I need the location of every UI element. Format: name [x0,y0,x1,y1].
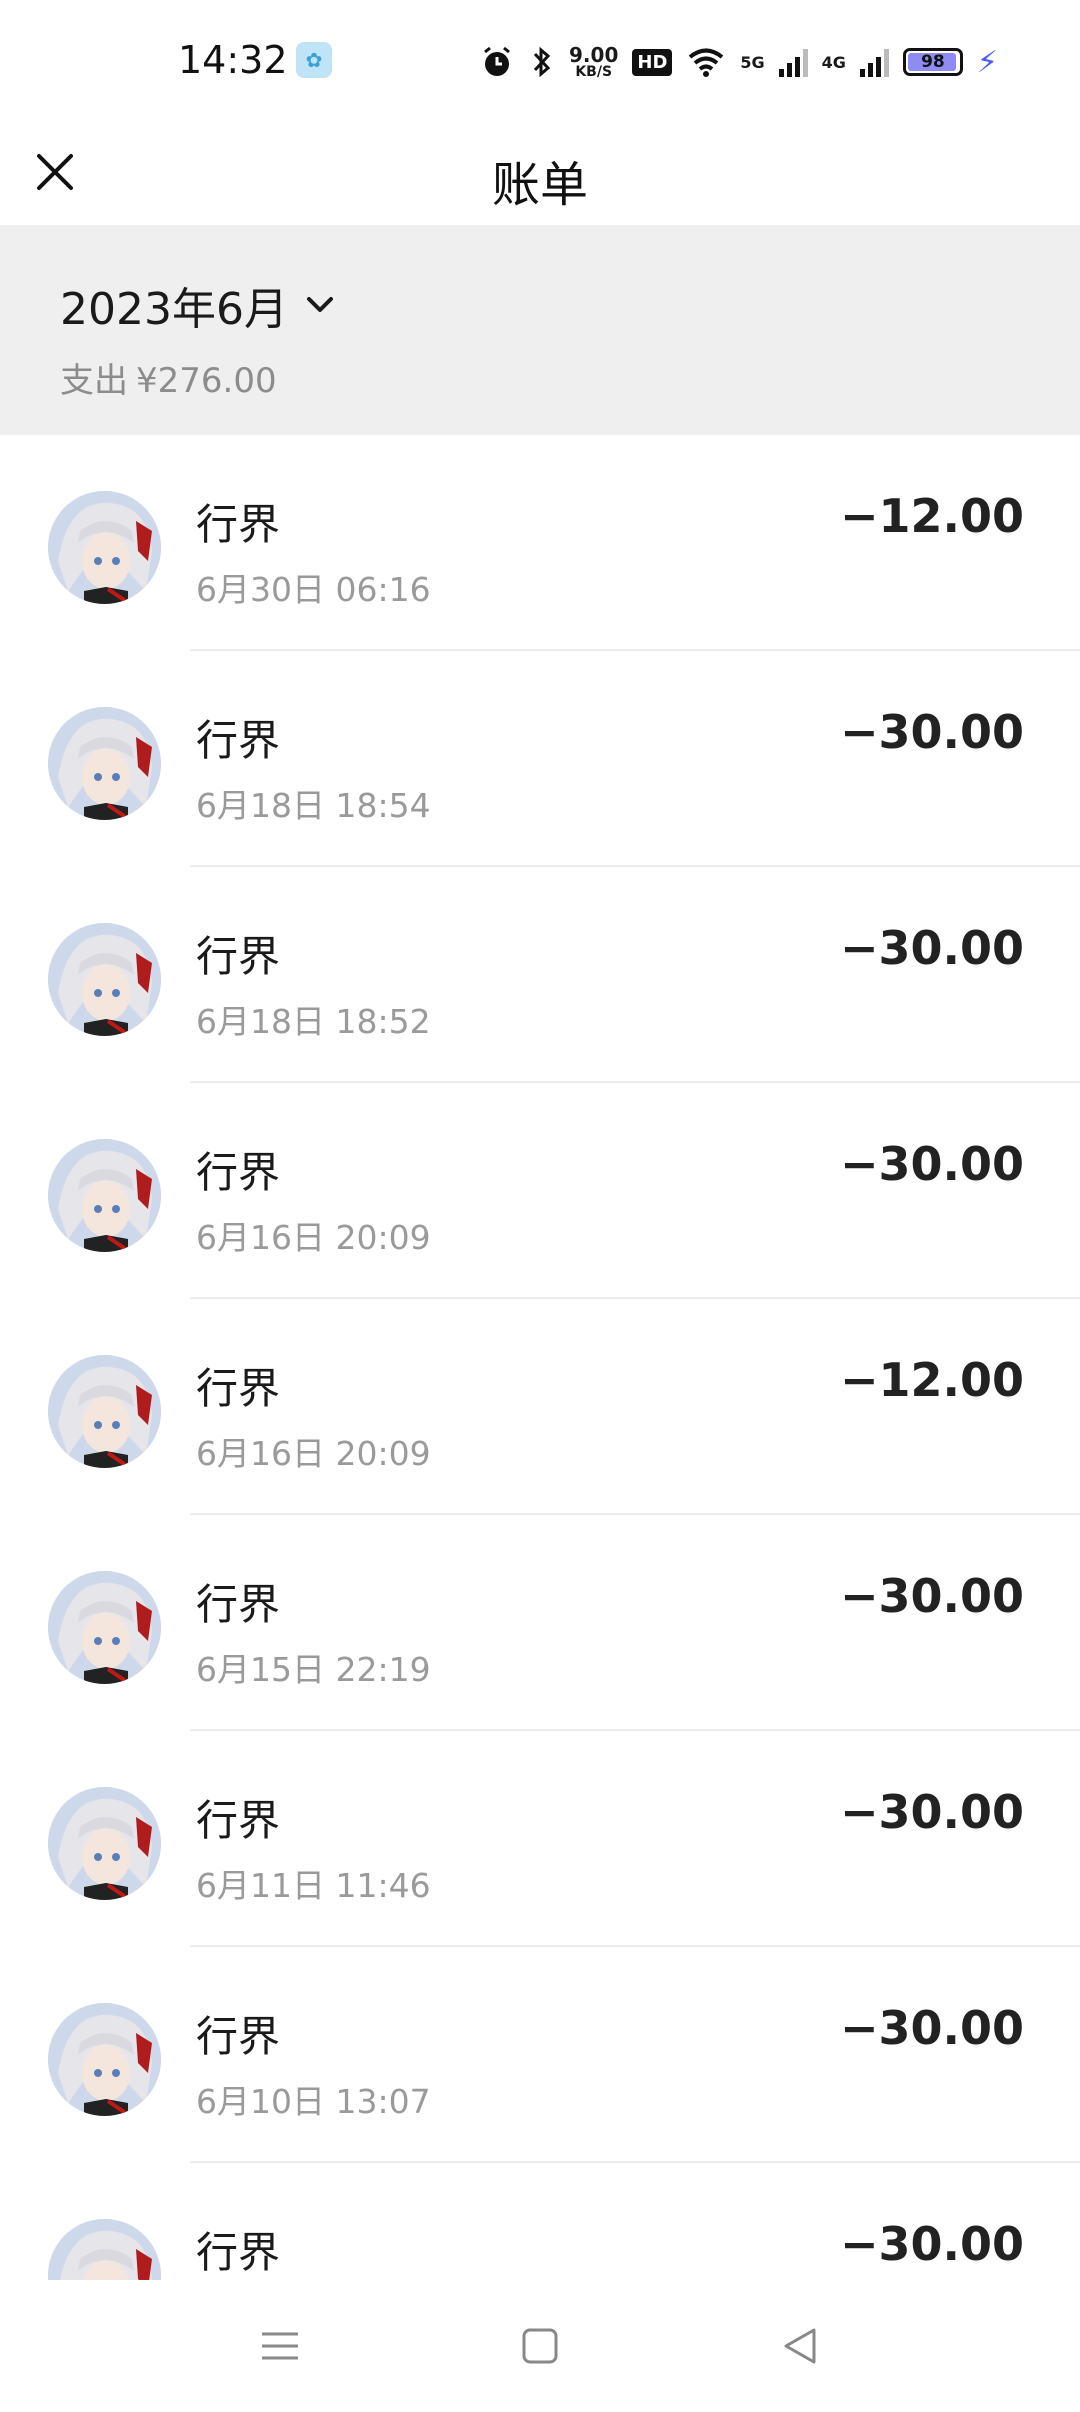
spent-total: 支出 ¥276.00 [60,353,277,402]
transaction-row[interactable]: 行界 6月30日 06:16 −12.00 [0,435,1080,651]
speed-value: 9.00 [569,43,619,67]
merchant-name: 行界 [196,2012,281,2061]
spent-amount: ¥276.00 [136,361,277,401]
battery-level: 98 [921,52,945,72]
net-5g-label: 5G [740,52,765,72]
month-summary: 2023年6月 支出 ¥276.00 [0,225,1080,435]
bluetooth-icon [529,44,555,80]
transaction-amount: −12.00 [839,489,1024,543]
home-icon [522,2328,558,2364]
merchant-name: 行界 [196,716,281,765]
transaction-row[interactable]: 行界 6月18日 18:54 −30.00 [0,651,1080,867]
merchant-name: 行界 [196,2228,281,2277]
merchant-name: 行界 [196,1796,281,1845]
transaction-amount: −30.00 [839,2217,1024,2271]
transaction-time: 6月16日 20:09 [196,1218,431,1257]
transaction-time: 6月16日 20:09 [196,1434,431,1473]
spent-label: 支出 [60,361,128,401]
avatar [48,707,161,820]
transaction-time: 6月15日 22:19 [196,1650,431,1689]
transaction-amount: −30.00 [839,2001,1024,2055]
page-title: 账单 [491,157,588,213]
merchant-name: 行界 [196,932,281,981]
transaction-amount: −30.00 [839,705,1024,759]
status-bar: 14:32 ✿ 9.00 KB/S HD 5G 4G 98 ⚡ [0,0,1080,125]
transaction-time: 6月10日 13:07 [196,2082,431,2121]
avatar [48,2003,161,2116]
transaction-row[interactable]: 行界 6月10日 13:07 −30.00 [0,1947,1080,2163]
hd-badge: HD [632,48,673,76]
transaction-amount: −30.00 [839,1137,1024,1191]
merchant-name: 行界 [196,1148,281,1197]
transaction-amount: −30.00 [839,1569,1024,1623]
chevron-down-icon [306,297,333,312]
header: 账单 [0,125,1080,225]
menu-icon [262,2332,298,2360]
app-notification-icon: ✿ [296,42,332,78]
status-icons: 9.00 KB/S HD 5G 4G 98 ⚡ [479,40,998,84]
transaction-row[interactable]: 行界 6月16日 20:09 −12.00 [0,1299,1080,1515]
transaction-amount: −30.00 [839,1785,1024,1839]
avatar [48,1139,161,1252]
transaction-time: 6月11日 11:46 [196,1866,431,1905]
avatar [48,491,161,604]
transaction-list[interactable]: 行界 6月30日 06:16 −12.00 行界 6月18日 18:54 −30.00 行界… [0,435,1080,2280]
system-nav-bar [0,2280,1080,2412]
transaction-row[interactable]: 行界 6月11日 11:46 −30.00 [0,1731,1080,1947]
status-time: 14:32 [178,38,288,82]
transaction-amount: −30.00 [839,921,1024,975]
net-4g-label: 4G [821,52,846,72]
charging-icon: ⚡ [976,44,998,80]
signal-icon [778,47,808,77]
transaction-row[interactable]: 行界 6月16日 20:09 −30.00 [0,1083,1080,1299]
home-button[interactable] [510,2316,570,2376]
transaction-row[interactable]: 行界 6月15日 22:19 −30.00 [0,1515,1080,1731]
transaction-time: 6月18日 18:52 [196,1002,431,1041]
menu-button[interactable] [250,2316,310,2376]
avatar [48,1571,161,1684]
transaction-row[interactable]: 行界 −30.00 [0,2163,1080,2280]
transaction-amount: −12.00 [839,1353,1024,1407]
wifi-icon [686,46,726,78]
transaction-time: 6月18日 18:54 [196,786,431,825]
merchant-name: 行界 [196,500,281,549]
battery-icon: 98 [902,48,963,76]
transaction-time: 6月30日 06:16 [196,570,431,609]
avatar [48,1787,161,1900]
back-button[interactable] [770,2316,830,2376]
avatar [48,1355,161,1468]
avatar [48,2219,161,2280]
alarm-icon [479,44,515,80]
merchant-name: 行界 [196,1364,281,1413]
merchant-name: 行界 [196,1580,281,1629]
bill-page: 14:32 ✿ 9.00 KB/S HD 5G 4G 98 ⚡ 账单 2023年… [0,0,1080,2412]
network-speed: 9.00 KB/S [569,45,618,79]
signal-icon-2 [859,47,889,77]
back-icon [784,2328,816,2364]
month-label: 2023年6月 [60,284,288,335]
transaction-row[interactable]: 行界 6月18日 18:52 −30.00 [0,867,1080,1083]
speed-unit: KB/S [575,64,613,80]
avatar [48,923,161,1036]
month-selector[interactable]: 2023年6月 [60,273,336,337]
